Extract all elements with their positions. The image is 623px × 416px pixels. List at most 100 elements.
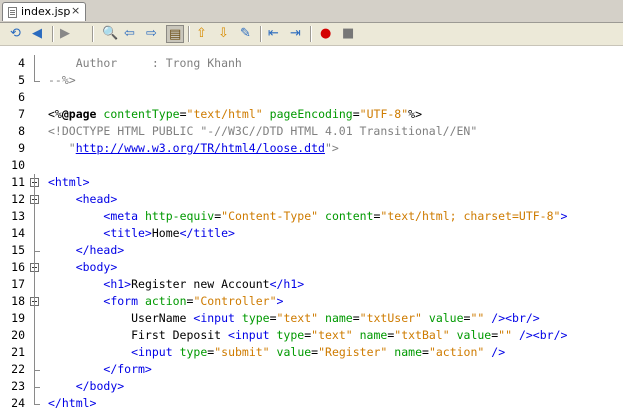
code-line: 24 </html> [0, 395, 623, 412]
code-token: value [276, 345, 312, 359]
code-text: <form action="Controller"> [48, 293, 283, 310]
shift-right-icon: ⇥ [290, 26, 301, 41]
code-token: UserName [48, 311, 194, 325]
line-number: 24 [11, 396, 25, 410]
stop-macro-button[interactable]: ■ [340, 25, 358, 43]
code-token: %> [408, 107, 422, 121]
code-token: "txtBal" [394, 328, 450, 342]
code-line: 15 </head> [0, 242, 623, 259]
find-button[interactable]: 🔍 [100, 25, 118, 43]
previous-bookmark-icon: ⇧ [196, 26, 207, 41]
code-text: First Deposit <input type="text" name="t… [48, 327, 567, 344]
code-line: 9 "http://www.w3.org/TR/html4/loose.dtd"… [0, 140, 623, 157]
code-token: <form [103, 294, 139, 308]
find-previous-icon: ⇦ [124, 26, 135, 41]
code-editor[interactable]: 4 Author : Trong Khanh 5 --%> 6 7 <%@page con… [0, 46, 623, 416]
find-next-icon: ⇨ [146, 26, 157, 41]
code-token: "" [470, 311, 485, 325]
code-text: </head> [48, 242, 124, 259]
code-text: <h1>Register new Account</h1> [48, 276, 304, 293]
code-text: "http://www.w3.org/TR/html4/loose.dtd"> [48, 140, 339, 157]
record-macro-button[interactable]: ● [318, 25, 336, 43]
code-token: <head> [75, 192, 118, 206]
line-number: 15 [11, 243, 25, 257]
forward-button[interactable]: ▶ [58, 25, 76, 43]
code-token: </form> [103, 362, 152, 376]
toolbar-separator [310, 26, 312, 42]
code-token: "UTF-8" [359, 107, 409, 121]
code-token: action [144, 294, 187, 308]
line-number: 18 [11, 294, 25, 308]
code-token: = [269, 311, 277, 325]
line-number: 20 [11, 328, 25, 342]
line-number: 13 [11, 209, 25, 223]
last-edit-button[interactable]: ⟲ [8, 25, 26, 43]
code-line: 23 </body> [0, 378, 623, 395]
toggle-bookmark-button[interactable]: ✎ [238, 25, 256, 43]
code-line: 6 [0, 89, 623, 106]
code-token: " [48, 141, 76, 155]
back-button[interactable]: ◀ [30, 25, 48, 43]
tab-index-jsp[interactable]: index.jsp × [2, 2, 86, 21]
code-line: 5 --%> [0, 72, 623, 89]
code-token: </body> [75, 379, 125, 393]
code-text: --%> [48, 72, 76, 89]
code-line: 21 <input type="submit" value="Register"… [0, 344, 623, 361]
code-token: type [276, 328, 305, 342]
code-token: "Controller" [193, 294, 277, 308]
find-next-button[interactable]: ⇨ [144, 25, 162, 43]
code-token: "text" [276, 311, 319, 325]
code-token: type [179, 345, 208, 359]
close-tab-icon[interactable]: × [71, 4, 80, 17]
toggle-bookmark-icon: ✎ [240, 26, 251, 41]
line-number: 19 [11, 311, 25, 325]
shift-left-button[interactable]: ⇤ [266, 25, 284, 43]
toggle-highlight-button[interactable]: ▤ [166, 25, 184, 43]
line-number: 12 [11, 192, 25, 206]
last-edit-icon: ⟲ [10, 26, 21, 41]
code-token: > [276, 294, 284, 308]
code-text: <%@page contentType="text/html" pageEnco… [48, 106, 422, 123]
code-token: content [325, 209, 374, 223]
code-token: "text" [311, 328, 353, 342]
code-token: = [352, 107, 360, 121]
shift-right-button[interactable]: ⇥ [288, 25, 306, 43]
code-token: "> [324, 141, 339, 155]
code-text: <html> [48, 174, 90, 191]
shift-left-icon: ⇤ [268, 26, 279, 41]
find-previous-button[interactable]: ⇦ [122, 25, 140, 43]
code-token: "text/html; charset=UTF-8" [380, 209, 561, 223]
code-token: <meta [103, 209, 139, 223]
code-token: "submit" [214, 345, 270, 359]
code-text: </html> [48, 395, 96, 412]
code-line: 7 <%@page contentType="text/html" pageEnc… [0, 106, 623, 123]
code-text: <meta http-equiv="Content-Type" content=… [48, 208, 567, 225]
code-token: Register new Account [131, 277, 270, 291]
code-text: <!DOCTYPE HTML PUBLIC "-//W3C//DTD HTML … [48, 123, 477, 140]
code-line: 11 <html> [0, 174, 623, 191]
previous-bookmark-button[interactable]: ⇧ [194, 25, 212, 43]
code-token: <h1> [103, 277, 132, 291]
code-token: > [560, 209, 568, 223]
code-token: /> [491, 345, 506, 359]
line-number: 22 [11, 362, 25, 376]
next-bookmark-icon: ⇩ [218, 26, 229, 41]
code-line: 18 <form action="Controller"> [0, 293, 623, 310]
editor-toolbar: ⟲ ◀ ▶ 🔍 ⇦ ⇨ ▤ ⇧ ⇩ ✎ ⇤ ⇥ ● ■ [0, 23, 623, 46]
line-number: 14 [11, 226, 25, 240]
toolbar-separator [52, 26, 54, 42]
code-token: <% [48, 107, 62, 121]
next-bookmark-button[interactable]: ⇩ [216, 25, 234, 43]
